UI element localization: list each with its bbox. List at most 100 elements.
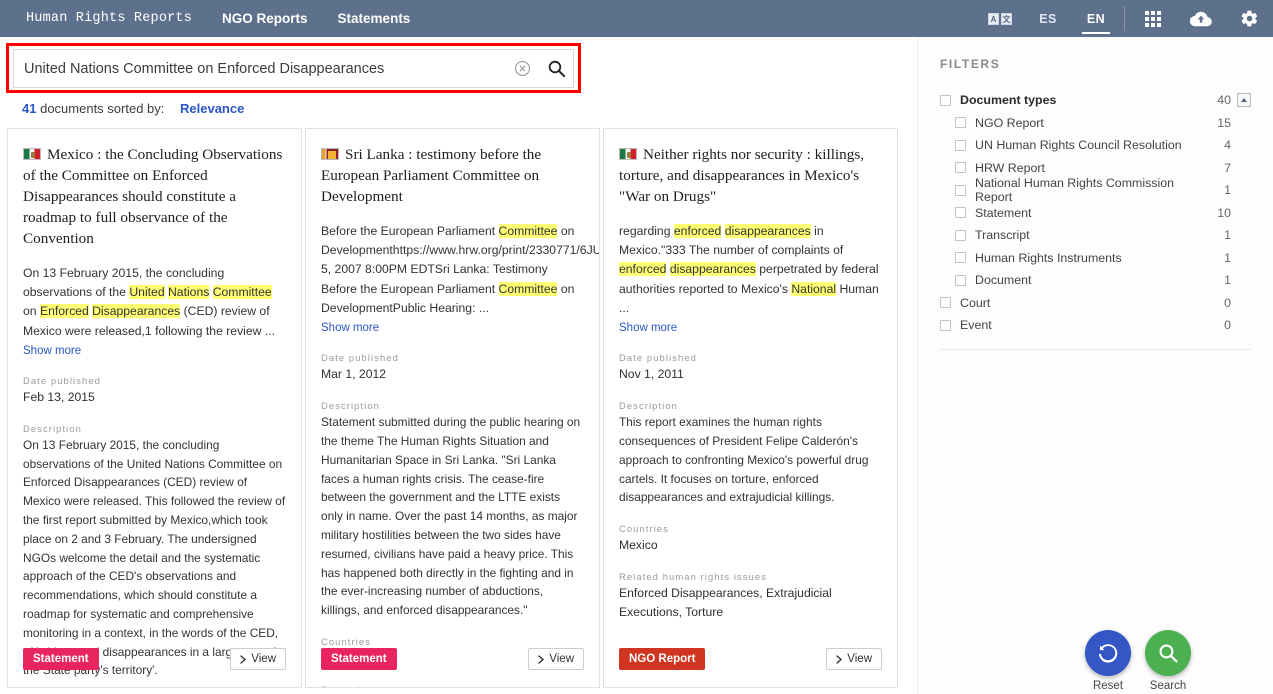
result-card[interactable]: Sri Lanka : testimony before the Europea… <box>305 128 600 688</box>
reset-button[interactable] <box>1085 630 1131 676</box>
checkbox[interactable] <box>955 117 966 129</box>
filters-heading: FILTERS <box>940 57 1001 71</box>
checkbox[interactable] <box>955 274 966 286</box>
document-type-badge[interactable]: Statement <box>23 648 99 670</box>
flag-mexico <box>619 148 637 160</box>
filter-group-event[interactable]: Event 0 <box>940 314 1251 337</box>
result-title-text: Neither rights nor security : killings, … <box>619 146 865 205</box>
card-footer: Statement View <box>321 648 584 670</box>
filter-count: 0 <box>1224 318 1231 333</box>
filter-count: 1 <box>1224 273 1231 288</box>
filter-count: 1 <box>1224 183 1231 198</box>
filter-item-transcript[interactable]: Transcript 1 <box>940 224 1251 247</box>
gear-icon[interactable] <box>1225 0 1273 37</box>
translate-icon-glyphs: A 文 <box>988 12 1012 25</box>
filter-count: 1 <box>1224 228 1231 243</box>
search-button[interactable] <box>1145 630 1191 676</box>
filter-item-national-human-rights-commission-report[interactable]: National Human Rights Commission Report … <box>940 176 1251 204</box>
checkbox[interactable] <box>955 252 966 264</box>
show-more-link[interactable]: Show more <box>321 322 379 334</box>
checkbox[interactable] <box>940 319 951 331</box>
filter-count: 1 <box>1224 250 1231 265</box>
apps-grid-icon[interactable] <box>1129 0 1177 37</box>
view-button[interactable]: View <box>826 648 882 670</box>
filter-count: 7 <box>1224 160 1231 175</box>
date-published-value: Nov 1, 2011 <box>619 367 684 382</box>
sort-by-link[interactable]: Relevance <box>180 101 244 116</box>
caret-up-icon <box>1241 98 1247 103</box>
checkbox[interactable] <box>940 297 951 309</box>
document-type-badge[interactable]: Statement <box>321 648 397 670</box>
nav-item-ngo-reports[interactable]: NGO Reports <box>207 0 323 37</box>
filter-group-court[interactable]: Court 0 <box>940 292 1251 315</box>
language-option-en[interactable]: EN <box>1072 0 1120 37</box>
floating-action-buttons: Reset Search <box>1085 630 1191 692</box>
filter-label: UN Human Rights Council Resolution <box>975 138 1182 153</box>
result-card[interactable]: Mexico : the Concluding Observations of … <box>7 128 302 688</box>
checkbox[interactable] <box>955 162 966 174</box>
search-input[interactable] <box>14 50 505 87</box>
filter-item-un-human-rights-council-resolution[interactable]: UN Human Rights Council Resolution 4 <box>940 134 1251 157</box>
card-footer: NGO Report View <box>619 648 882 670</box>
filter-count: 15 <box>1217 115 1231 130</box>
filter-count: 40 <box>1217 93 1231 108</box>
filter-label: Court <box>960 295 991 310</box>
search-action: Search <box>1145 630 1191 692</box>
view-button-label: View <box>847 653 872 665</box>
checkbox[interactable] <box>955 229 966 241</box>
date-published-label: Date published <box>23 374 101 386</box>
flag-mexico <box>23 148 41 160</box>
search-bar-highlight <box>6 43 581 93</box>
result-title[interactable]: Neither rights nor security : killings, … <box>619 145 882 208</box>
description-label: Description <box>321 400 380 412</box>
filter-item-statement[interactable]: Statement 10 <box>940 202 1251 225</box>
filters-divider <box>940 348 1251 350</box>
show-more-link[interactable]: Show more <box>619 322 677 334</box>
result-title[interactable]: Mexico : the Concluding Observations of … <box>23 145 286 250</box>
checkbox[interactable] <box>955 139 966 151</box>
filter-label: Document types <box>960 93 1057 108</box>
description-label: Description <box>619 400 678 412</box>
translate-icon[interactable]: A 文 <box>976 0 1024 37</box>
description-label: Description <box>23 422 82 434</box>
translate-glyph-b: 文 <box>1001 12 1012 25</box>
clear-circle-icon[interactable] <box>505 50 539 87</box>
filter-item-ngo-report[interactable]: NGO Report 15 <box>940 112 1251 135</box>
chevron-right-icon <box>836 654 843 664</box>
checkbox[interactable] <box>955 184 966 196</box>
chevron-right-icon <box>240 654 247 664</box>
checkbox[interactable] <box>940 94 951 106</box>
view-button[interactable]: View <box>230 648 286 670</box>
top-navigation-bar: Human Rights Reports NGO Reports Stateme… <box>0 0 1273 37</box>
results-summary-text: documents sorted by: <box>40 101 165 116</box>
flag-sri-lanka <box>321 148 339 160</box>
reset-action: Reset <box>1085 630 1131 692</box>
filter-item-document[interactable]: Document 1 <box>940 269 1251 292</box>
view-button[interactable]: View <box>528 648 584 670</box>
checkbox[interactable] <box>955 207 966 219</box>
view-button-label: View <box>549 653 574 665</box>
view-button-label: View <box>251 653 276 665</box>
nav-item-human-rights-reports[interactable]: Human Rights Reports <box>11 0 207 37</box>
show-more-link[interactable]: Show more <box>23 345 81 357</box>
search-submit-icon[interactable] <box>539 50 573 87</box>
language-option-es[interactable]: ES <box>1024 0 1072 37</box>
filter-group-document-types[interactable]: Document types 40 <box>940 89 1251 112</box>
nav-item-statements[interactable]: Statements <box>323 0 426 37</box>
search-box[interactable] <box>13 49 574 88</box>
document-type-badge[interactable]: NGO Report <box>619 648 706 670</box>
cloud-upload-icon[interactable] <box>1177 0 1225 37</box>
collapse-toggle-icon[interactable] <box>1237 93 1251 108</box>
countries-value: Mexico <box>619 538 658 553</box>
result-title[interactable]: Sri Lanka : testimony before the Europea… <box>321 145 584 208</box>
issues-label: Related human rights issues <box>619 571 767 583</box>
filter-label: NGO Report <box>975 115 1044 130</box>
result-card[interactable]: Neither rights nor security : killings, … <box>603 128 898 688</box>
filter-label: Event <box>960 318 992 333</box>
translate-glyph-a: A <box>988 12 999 25</box>
reset-button-label: Reset <box>1092 680 1124 692</box>
filter-label: HRW Report <box>975 160 1045 175</box>
filter-count: 0 <box>1224 295 1231 310</box>
filter-item-human-rights-instruments[interactable]: Human Rights Instruments 1 <box>940 247 1251 270</box>
filter-count: 10 <box>1217 205 1231 220</box>
